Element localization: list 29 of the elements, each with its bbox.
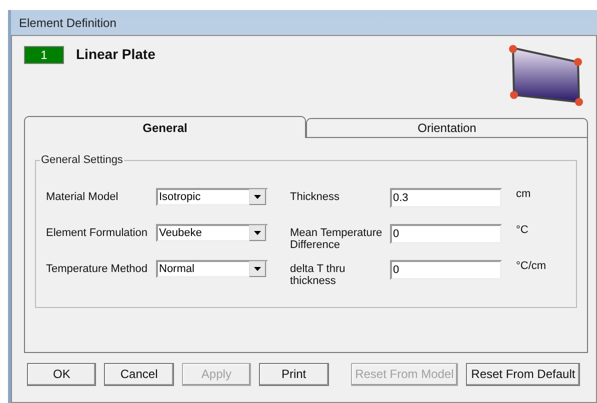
field-label: Element Formulation bbox=[46, 226, 148, 241]
unit-label: cm bbox=[515, 188, 532, 202]
tab[interactable]: Orientation bbox=[306, 118, 588, 138]
tab[interactable]: General bbox=[24, 116, 306, 138]
dropdown[interactable]: Veubeke bbox=[156, 224, 268, 242]
input-field[interactable]: 0 bbox=[390, 260, 502, 280]
field-label: Thickness bbox=[290, 190, 341, 205]
field-label: delta T thru thickness bbox=[290, 262, 346, 289]
input-field[interactable]: 0.3 bbox=[390, 188, 502, 208]
group-title: General Settings bbox=[40, 154, 124, 166]
dialog-button[interactable]: OK bbox=[27, 362, 96, 386]
dropdown-arrow-icon bbox=[254, 231, 261, 235]
field-label: Mean Temperature Difference bbox=[290, 226, 384, 253]
dropdown[interactable]: Normal bbox=[156, 260, 268, 278]
dialog-button[interactable]: Print bbox=[259, 362, 328, 386]
input-field[interactable]: 0 bbox=[390, 224, 502, 244]
field-label: Temperature Method bbox=[46, 262, 148, 277]
dialog-button[interactable]: Reset From Default bbox=[466, 362, 580, 386]
field-label: Material Model bbox=[46, 190, 120, 205]
unit-label: °C bbox=[515, 224, 530, 238]
dropdown[interactable]: Isotropic bbox=[156, 188, 268, 206]
element-number: 1 bbox=[24, 46, 64, 64]
plate-element-icon bbox=[509, 45, 583, 106]
unit-label: °C/cm bbox=[515, 260, 548, 274]
dropdown-arrow-icon bbox=[254, 267, 261, 271]
window-title: Element Definition bbox=[18, 14, 118, 32]
element-name: Linear Plate bbox=[76, 46, 156, 62]
dialog-button[interactable]: Cancel bbox=[104, 362, 174, 386]
dropdown-arrow-icon bbox=[254, 195, 261, 199]
